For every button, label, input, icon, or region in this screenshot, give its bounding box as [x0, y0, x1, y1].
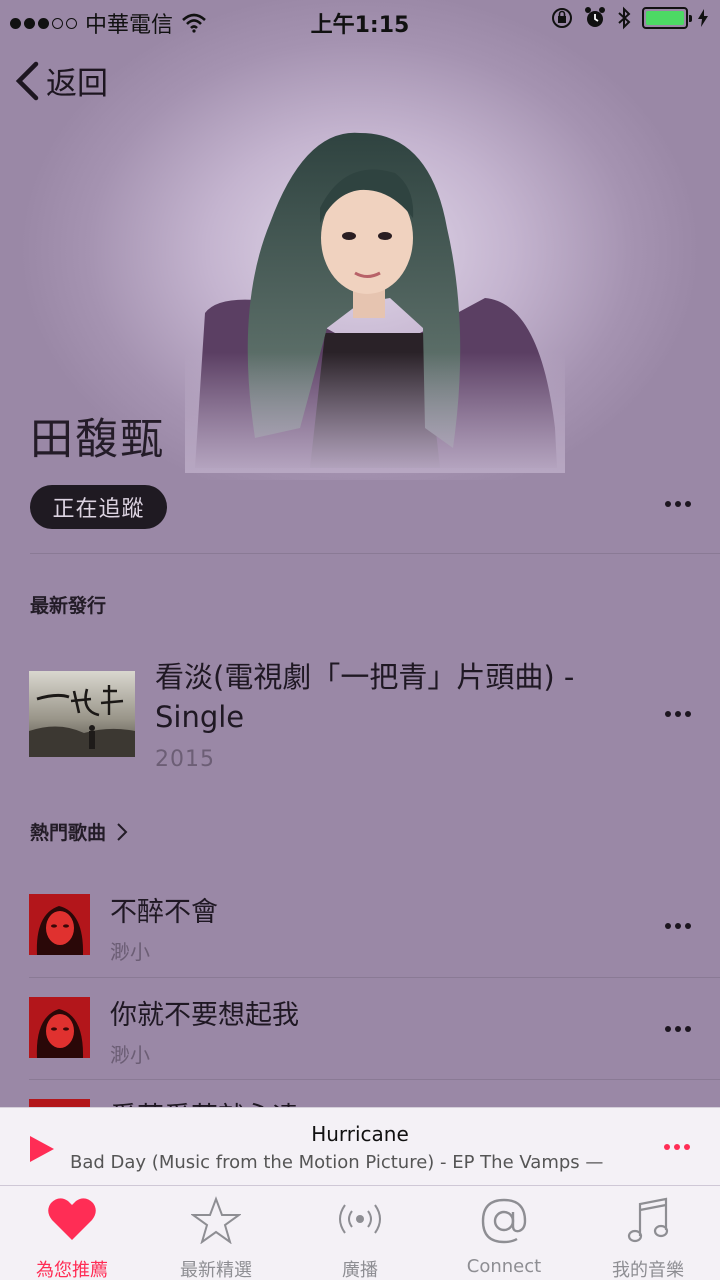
tab-label: 為您推薦: [36, 1260, 108, 1280]
song-album: 渺小: [110, 1043, 150, 1067]
tab-label: Connect: [466, 1256, 542, 1277]
connect-icon: [481, 1198, 527, 1244]
music-note-icon: [627, 1197, 669, 1243]
tab-new[interactable]: 最新精選: [144, 1186, 288, 1280]
follow-button[interactable]: 正在追蹤: [30, 485, 167, 529]
top-songs-link[interactable]: 熱門歌曲: [30, 818, 128, 845]
song-title: 你就不要想起我: [110, 1000, 299, 1031]
song-album: 渺小: [110, 940, 150, 964]
release-artwork[interactable]: [29, 671, 135, 757]
song-title: 不醉不會: [110, 897, 218, 928]
tab-label: 最新精選: [180, 1260, 252, 1280]
artist-photo: [185, 128, 565, 473]
song-more-button[interactable]: [665, 923, 691, 929]
song-artwork: [29, 894, 90, 955]
tab-label: 我的音樂: [612, 1260, 684, 1280]
release-title[interactable]: 看淡(電視劇「一把青」片頭曲) - Single: [155, 657, 645, 737]
radio-icon: [339, 1204, 381, 1234]
tab-bar: 為您推薦 最新精選 廣播 Connect 我的音樂: [0, 1185, 720, 1280]
tab-my-music[interactable]: 我的音樂: [576, 1186, 720, 1280]
divider: [29, 977, 720, 978]
now-playing-subtitle: Bad Day (Music from the Motion Picture) …: [70, 1152, 604, 1173]
alarm-icon: [585, 7, 605, 27]
back-label: 返回: [46, 66, 108, 102]
tab-for-you[interactable]: 為您推薦: [0, 1186, 144, 1280]
release-more-button[interactable]: [665, 711, 691, 717]
song-artwork: [29, 997, 90, 1058]
heart-icon: [48, 1198, 96, 1240]
star-icon: [191, 1196, 241, 1244]
release-year: 2015: [155, 747, 215, 772]
battery-icon: [642, 7, 692, 29]
song-more-button[interactable]: [665, 1026, 691, 1032]
divider: [29, 1079, 720, 1080]
status-bar: 中華電信 上午1:15: [0, 0, 720, 40]
top-songs-heading: 熱門歌曲: [30, 822, 107, 844]
divider: [30, 553, 720, 554]
back-button[interactable]: 返回: [14, 58, 108, 103]
song-row[interactable]: 你就不要想起我 渺小: [0, 979, 720, 1081]
mini-player[interactable]: Hurricane Bad Day (Music from the Motion…: [0, 1107, 720, 1185]
chevron-left-icon: [15, 61, 39, 100]
artist-name: 田馥甄: [30, 415, 165, 465]
now-playing-title: Hurricane: [311, 1122, 409, 1146]
latest-release-heading: 最新發行: [30, 595, 107, 617]
now-playing-more-button[interactable]: [664, 1144, 690, 1150]
bluetooth-icon: [618, 6, 631, 30]
tab-label: 廣播: [342, 1260, 378, 1280]
tab-radio[interactable]: 廣播: [288, 1186, 432, 1280]
tab-connect[interactable]: Connect: [432, 1186, 576, 1280]
charging-icon: [698, 9, 708, 27]
artist-more-button[interactable]: [665, 501, 691, 507]
song-row[interactable]: 不醉不會 渺小: [0, 876, 720, 978]
orientation-lock-icon: [552, 8, 572, 28]
chevron-right-icon: [117, 822, 128, 841]
